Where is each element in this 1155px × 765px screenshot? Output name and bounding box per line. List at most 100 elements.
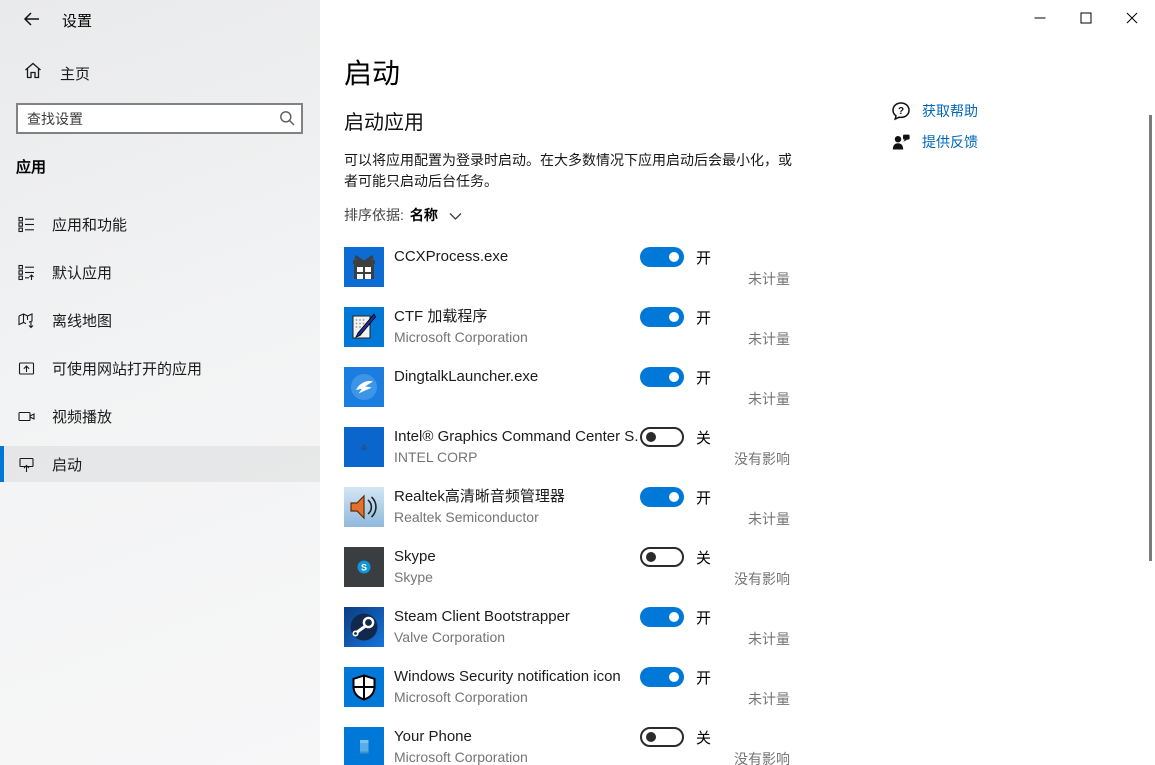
app-name: Skype xyxy=(394,547,638,567)
toggle-knob xyxy=(669,612,679,622)
svg-text:?: ? xyxy=(898,106,904,117)
app-name: Your Phone xyxy=(394,727,638,747)
app-row: Windows Security notification icon Micro… xyxy=(344,667,790,707)
app-name: DingtalkLauncher.exe xyxy=(394,367,638,387)
toggle-knob xyxy=(669,372,679,382)
minimize-button[interactable] xyxy=(1017,0,1063,40)
app-publisher: Skype xyxy=(394,568,433,586)
skype-app-icon: S xyxy=(344,547,384,587)
toggle-state-label: 开 xyxy=(696,307,711,328)
app-name: Steam Client Bootstrapper xyxy=(394,607,638,627)
toggle-state-label: 开 xyxy=(696,607,711,628)
impact-label: 没有影响 xyxy=(734,569,790,589)
settings-window: 设置 主页 应用 应用和功能 xyxy=(0,0,1155,765)
startup-app-list: CCXProcess.exe 开 未计量 CTF 加载程序 Microsoft … xyxy=(344,247,790,765)
maximize-button[interactable] xyxy=(1063,0,1109,40)
video-playback-icon xyxy=(18,408,35,425)
toggle-state-label: 开 xyxy=(696,487,711,508)
default-apps-icon xyxy=(18,264,35,281)
sidebar-item-label: 默认应用 xyxy=(52,262,112,283)
scrollbar-thumb[interactable] xyxy=(1149,115,1152,561)
app-publisher: Microsoft Corporation xyxy=(394,748,528,765)
steam-app-icon xyxy=(344,607,384,647)
search-icon[interactable] xyxy=(279,110,295,131)
startup-toggle[interactable] xyxy=(640,367,684,387)
get-help-label: 获取帮助 xyxy=(922,101,978,121)
toggle-state-label: 关 xyxy=(696,547,711,568)
toggle-knob xyxy=(646,732,656,742)
startup-toggle[interactable] xyxy=(640,247,684,267)
svg-text:S: S xyxy=(361,563,367,573)
impact-label: 未计量 xyxy=(748,509,790,529)
toggle-state-label: 开 xyxy=(696,247,711,268)
sidebar-item-offline-maps[interactable]: 离线地图 xyxy=(0,302,320,338)
sort-dropdown[interactable]: 排序依据: 名称 xyxy=(344,205,462,225)
startup-toggle[interactable] xyxy=(640,487,684,507)
your-phone-app-icon xyxy=(344,727,384,765)
sidebar-item-video-playback[interactable]: 视频播放 xyxy=(0,398,320,434)
app-row: CCXProcess.exe 开 未计量 xyxy=(344,247,790,287)
startup-toggle[interactable] xyxy=(640,607,684,627)
impact-label: 未计量 xyxy=(748,629,790,649)
app-publisher: INTEL CORP xyxy=(394,448,478,466)
app-name: CTF 加载程序 xyxy=(394,307,638,327)
window-controls xyxy=(1017,0,1155,40)
sidebar-item-default-apps[interactable]: 默认应用 xyxy=(0,254,320,290)
search-input[interactable] xyxy=(16,103,303,134)
close-icon xyxy=(1126,11,1138,29)
startup-icon xyxy=(18,456,35,473)
impact-label: 未计量 xyxy=(748,389,790,409)
sidebar-nav: 应用和功能 默认应用 离线地图 可使用网站打开的应用 xyxy=(0,206,320,494)
toggle-knob xyxy=(669,672,679,682)
startup-toggle[interactable] xyxy=(640,547,684,567)
app-publisher: Valve Corporation xyxy=(394,628,505,646)
impact-label: 没有影响 xyxy=(734,449,790,469)
app-row: CTF 加载程序 Microsoft Corporation 开 未计量 xyxy=(344,307,790,347)
app-name: CCXProcess.exe xyxy=(394,247,638,267)
feedback-link[interactable]: 提供反馈 xyxy=(890,131,978,152)
close-button[interactable] xyxy=(1109,0,1155,40)
app-publisher: Realtek Semiconductor xyxy=(394,508,539,526)
chevron-down-icon xyxy=(449,208,462,224)
maximize-icon xyxy=(1080,11,1092,29)
sidebar-item-label: 启动 xyxy=(52,454,82,475)
impact-label: 没有影响 xyxy=(734,749,790,765)
sidebar-item-label: 离线地图 xyxy=(52,310,112,331)
app-row: S Skype Skype 关 没有影响 xyxy=(344,547,790,587)
startup-toggle[interactable] xyxy=(640,727,684,747)
sidebar-item-label: 视频播放 xyxy=(52,406,112,427)
app-row: Realtek高清晰音频管理器 Realtek Semiconductor 开 … xyxy=(344,487,790,527)
impact-label: 未计量 xyxy=(748,689,790,709)
intel-gcc-app-icon xyxy=(344,427,384,467)
sidebar: 设置 主页 应用 应用和功能 xyxy=(0,0,320,765)
toggle-knob xyxy=(669,492,679,502)
sidebar-item-apps-for-websites[interactable]: 可使用网站打开的应用 xyxy=(0,350,320,386)
startup-toggle[interactable] xyxy=(640,667,684,687)
app-publisher: Microsoft Corporation xyxy=(394,688,528,706)
toggle-state-label: 关 xyxy=(696,427,711,448)
sort-value: 名称 xyxy=(410,205,438,225)
sidebar-item-home[interactable]: 主页 xyxy=(0,56,320,90)
sidebar-item-startup[interactable]: 启动 xyxy=(0,446,320,482)
toggle-knob xyxy=(669,252,679,262)
get-help-link[interactable]: ? 获取帮助 xyxy=(890,100,978,121)
search-box xyxy=(16,103,303,134)
sidebar-item-apps-and-features[interactable]: 应用和功能 xyxy=(0,206,320,242)
help-links: ? 获取帮助 提供反馈 xyxy=(890,100,978,162)
startup-toggle[interactable] xyxy=(640,307,684,327)
get-help-icon: ? xyxy=(890,101,912,121)
dingtalk-app-icon xyxy=(344,367,384,407)
startup-toggle[interactable] xyxy=(640,427,684,447)
windows-security-app-icon xyxy=(344,667,384,707)
impact-label: 未计量 xyxy=(748,329,790,349)
realtek-audio-app-icon xyxy=(344,487,384,527)
toggle-knob xyxy=(669,312,679,322)
app-row: DingtalkLauncher.exe 开 未计量 xyxy=(344,367,790,407)
back-button[interactable] xyxy=(16,7,46,35)
ctf-loader-app-icon xyxy=(344,307,384,347)
app-row: Intel® Graphics Command Center S... INTE… xyxy=(344,427,790,467)
toggle-knob xyxy=(646,552,656,562)
toggle-state-label: 关 xyxy=(696,727,711,748)
feedback-icon xyxy=(890,132,912,152)
back-arrow-icon xyxy=(23,11,40,32)
